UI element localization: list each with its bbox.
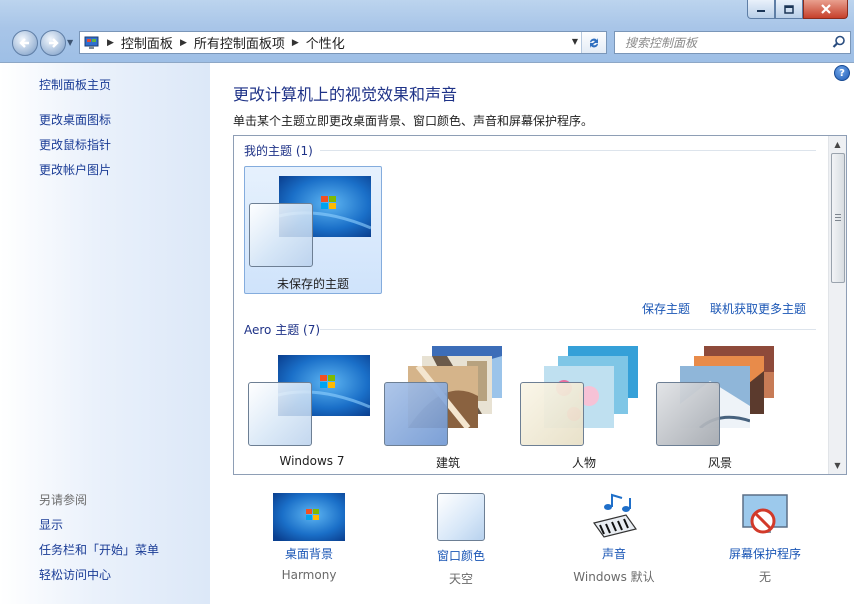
theme-name: 风景 bbox=[707, 456, 732, 470]
theme-name: 建筑 bbox=[435, 456, 460, 470]
window-color-value: 天空 bbox=[448, 572, 473, 586]
theme-name: 人物 bbox=[571, 456, 596, 470]
scrollbar-thumb[interactable] bbox=[831, 153, 845, 283]
sounds-value: Windows 默认 bbox=[573, 570, 655, 584]
window-color-swatch bbox=[520, 382, 584, 446]
recent-pages-dropdown[interactable]: ▼ bbox=[67, 38, 73, 47]
sounds-setting[interactable]: 声音 Windows 默认 bbox=[549, 493, 679, 585]
page-description: 单击某个主题立即更改桌面背景、窗口颜色、声音和屏幕保护程序。 bbox=[233, 114, 594, 128]
search-box[interactable]: 搜索控制面板 bbox=[614, 31, 851, 54]
save-theme-link[interactable]: 保存主题 bbox=[642, 300, 690, 317]
chevron-right-icon[interactable]: ▶ bbox=[180, 38, 187, 48]
close-button[interactable] bbox=[803, 0, 848, 19]
breadcrumb-all-items[interactable]: 所有控制面板项 bbox=[194, 33, 285, 52]
window-color-swatch bbox=[656, 382, 720, 446]
window-color-setting[interactable]: 窗口颜色 天空 bbox=[396, 493, 526, 587]
see-also-heading: 另请参阅 bbox=[39, 493, 88, 507]
my-themes-heading: 我的主题 (1) bbox=[244, 144, 313, 158]
refresh-icon bbox=[590, 37, 598, 48]
chevron-down-icon[interactable]: ▼ bbox=[572, 37, 578, 46]
back-button[interactable] bbox=[12, 30, 38, 56]
screen-saver-label[interactable]: 屏幕保护程序 bbox=[700, 545, 830, 562]
desktop-background-label[interactable]: 桌面背景 bbox=[244, 545, 374, 562]
screen-saver-icon bbox=[742, 494, 788, 534]
search-input[interactable]: 搜索控制面板 bbox=[625, 34, 697, 51]
screen-saver-value: 无 bbox=[758, 570, 771, 584]
sidebar-link-taskbar-start-menu[interactable]: 任务栏和「开始」菜单 bbox=[39, 541, 159, 558]
sidebar-link-control-panel-home[interactable]: 控制面板主页 bbox=[39, 76, 111, 93]
theme-landscapes[interactable]: 风景 bbox=[652, 346, 788, 472]
maximize-icon bbox=[784, 4, 794, 14]
breadcrumb-personalization[interactable]: 个性化 bbox=[306, 33, 345, 52]
control-panel-icon bbox=[84, 36, 99, 49]
maximize-button[interactable] bbox=[775, 0, 803, 19]
theme-unsaved[interactable]: 未保存的主题 bbox=[244, 166, 382, 294]
get-more-themes-link[interactable]: 联机获取更多主题 bbox=[710, 300, 806, 317]
theme-windows-7[interactable]: Windows 7 bbox=[244, 346, 380, 472]
screen-saver-setting[interactable]: 屏幕保护程序 无 bbox=[700, 493, 830, 585]
close-icon bbox=[820, 4, 831, 14]
address-bar[interactable]: ▶ 控制面板 ▶ 所有控制面板项 ▶ 个性化 ▼ bbox=[79, 31, 607, 54]
window-color-swatch bbox=[249, 203, 313, 267]
theme-name: Windows 7 bbox=[279, 454, 345, 468]
minimize-button[interactable] bbox=[747, 0, 775, 19]
sidebar-link-ease-of-access[interactable]: 轻松访问中心 bbox=[39, 566, 111, 583]
window-color-label[interactable]: 窗口颜色 bbox=[396, 547, 526, 564]
desktop-background-icon bbox=[273, 493, 345, 541]
theme-list-scrollbar[interactable]: ▲ ▼ bbox=[828, 136, 846, 474]
help-icon[interactable]: ? bbox=[834, 65, 850, 81]
page-title: 更改计算机上的视觉效果和声音 bbox=[233, 85, 458, 104]
scroll-up-icon[interactable]: ▲ bbox=[829, 136, 846, 153]
arrow-right-icon bbox=[49, 38, 59, 48]
sidebar-link-desktop-icons[interactable]: 更改桌面图标 bbox=[39, 111, 111, 128]
grip-icon bbox=[835, 214, 841, 223]
divider bbox=[320, 329, 816, 330]
window-color-icon bbox=[437, 493, 485, 541]
breadcrumb-control-panel[interactable]: 控制面板 bbox=[121, 33, 173, 52]
desktop-background-setting[interactable]: 桌面背景 Harmony bbox=[244, 493, 374, 582]
chevron-right-icon[interactable]: ▶ bbox=[292, 38, 299, 48]
chevron-right-icon: ▶ bbox=[107, 37, 114, 48]
refresh-button[interactable] bbox=[581, 32, 606, 53]
forward-button[interactable] bbox=[40, 30, 66, 56]
aero-themes-heading: Aero 主题 (7) bbox=[244, 323, 321, 337]
window-controls bbox=[747, 0, 848, 19]
scroll-down-icon[interactable]: ▼ bbox=[829, 457, 846, 474]
sidebar: 控制面板主页 更改桌面图标 更改鼠标指针 更改帐户图片 另请参阅 显示 任务栏和… bbox=[0, 63, 210, 604]
main-content: ? 更改计算机上的视觉效果和声音 单击某个主题立即更改桌面背景、窗口颜色、声音和… bbox=[210, 63, 854, 604]
window-color-swatch bbox=[248, 382, 312, 446]
theme-characters[interactable]: 人物 bbox=[516, 346, 652, 472]
title-bar: ▼ ▶ 控制面板 ▶ 所有控制面板项 ▶ 个性化 ▼ 搜索控制面板 bbox=[0, 0, 854, 63]
search-icon[interactable] bbox=[832, 35, 846, 49]
sidebar-link-account-picture[interactable]: 更改帐户图片 bbox=[39, 161, 111, 178]
sounds-label[interactable]: 声音 bbox=[549, 545, 679, 562]
theme-list: 我的主题 (1) 未保存的主题 保存主题 联机获取更多主题 Aero 主题 (7… bbox=[233, 135, 847, 475]
arrow-left-icon bbox=[19, 38, 29, 48]
sounds-icon bbox=[592, 493, 638, 538]
window-color-swatch bbox=[384, 382, 448, 446]
divider bbox=[320, 150, 816, 151]
sidebar-link-display[interactable]: 显示 bbox=[39, 516, 63, 533]
theme-name: 未保存的主题 bbox=[276, 277, 349, 291]
desktop-background-value: Harmony bbox=[281, 568, 337, 582]
sidebar-link-mouse-pointers[interactable]: 更改鼠标指针 bbox=[39, 136, 111, 153]
theme-architecture[interactable]: 建筑 bbox=[380, 346, 516, 472]
minimize-icon bbox=[757, 10, 765, 12]
